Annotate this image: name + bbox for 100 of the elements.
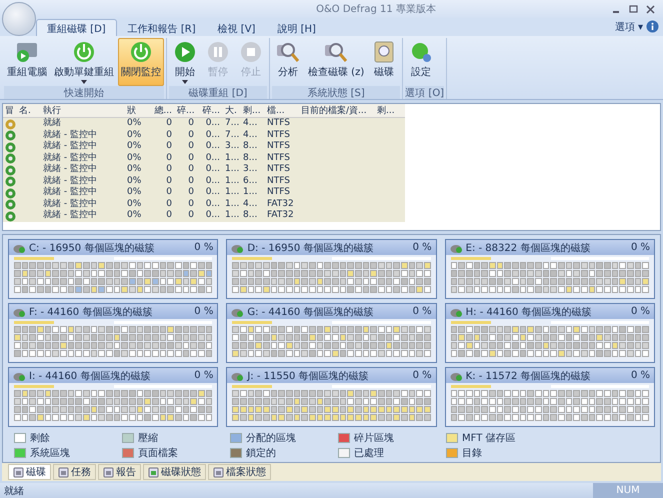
table-cell: 就緒 - 監控中 xyxy=(43,130,97,140)
ribbon-button[interactable]: 分析 xyxy=(272,38,304,86)
ribbon-tab[interactable]: 檢視 [V] xyxy=(206,19,266,36)
ribbon-button[interactable]: 開始 xyxy=(169,38,201,86)
drive-percent: 0 % xyxy=(412,242,432,253)
table-cell: 7... xyxy=(225,130,240,140)
drive-percent: 0 % xyxy=(194,242,214,253)
help-icon[interactable] xyxy=(646,20,659,34)
ribbon-group-label: 磁碟重組 [D] xyxy=(169,86,267,100)
table-cell: 0% xyxy=(127,130,142,140)
table-cell: 0... xyxy=(206,210,220,220)
ribbon-tab[interactable]: 工作和報告 [R] xyxy=(116,19,207,36)
window-icon xyxy=(213,466,224,478)
view-tab[interactable]: 任務 xyxy=(53,464,96,480)
table-cell: 8... xyxy=(243,210,258,220)
drive-percent: 0 % xyxy=(630,306,650,317)
column-header[interactable]: 狀 xyxy=(125,104,143,118)
table-cell: FAT32 xyxy=(267,198,294,209)
table-cell: 1... xyxy=(225,210,240,220)
table-cell: 0% xyxy=(127,164,142,174)
column-header[interactable]: 剩... xyxy=(241,104,265,118)
table-cell: 0... xyxy=(206,164,220,174)
table-cell: 8... xyxy=(243,152,258,163)
column-header[interactable]: 大. xyxy=(223,104,241,118)
power-icon xyxy=(128,40,154,64)
ribbon-button[interactable]: 檢查磁碟 (z) xyxy=(305,38,368,86)
play-icon xyxy=(172,40,198,64)
table-cell: 0 xyxy=(188,141,194,152)
view-tab[interactable]: 磁碟狀態 xyxy=(143,464,206,480)
table-cell: FAT32 xyxy=(267,210,294,220)
table-cell: 0 xyxy=(188,210,194,220)
ribbon-group-label: 快速開始 xyxy=(4,86,164,100)
table-cell: 就緒 xyxy=(43,118,61,128)
table-cell: 6... xyxy=(243,176,258,186)
ribbon-button[interactable]: 設定 xyxy=(405,38,438,86)
legend-label: 已處理 xyxy=(354,446,384,460)
num-lock-indicator: NUM xyxy=(593,483,663,498)
window-icon xyxy=(13,466,24,478)
table-cell: 0 xyxy=(188,198,194,209)
ribbon-button[interactable]: 關閉監控 xyxy=(118,38,164,86)
table-cell: 0... xyxy=(206,118,220,128)
maximize-icon[interactable] xyxy=(628,4,638,14)
drive-title: G: - 44160 每個區塊的磁簇 xyxy=(247,306,374,318)
table-cell: 就緒 - 監控中 xyxy=(43,164,97,174)
legend-label: 系統區塊 xyxy=(30,446,70,460)
ribbon-button[interactable]: 磁碟 xyxy=(368,38,400,86)
table-cell: 0 xyxy=(188,176,194,186)
column-header[interactable]: 碎... xyxy=(175,104,197,118)
table-cell: NTFS xyxy=(267,187,290,198)
table-cell: 0% xyxy=(127,210,142,220)
table-cell: 7... xyxy=(225,118,240,128)
table-cell: 0 xyxy=(166,210,172,220)
drive-percent: 0 % xyxy=(412,306,432,317)
table-cell: 0 xyxy=(188,130,194,140)
view-tab[interactable]: 檔案狀態 xyxy=(208,464,271,480)
ribbon-button[interactable]: 啟動單鍵重組 xyxy=(51,38,117,86)
table-cell: 4... xyxy=(243,118,258,128)
column-header[interactable]: 執行 xyxy=(41,104,125,118)
ribbon-tab[interactable]: 說明 [H] xyxy=(266,19,327,36)
table-cell: NTFS xyxy=(267,152,290,163)
legend-label: 鎖定的 xyxy=(246,446,276,460)
drive-percent: 0 % xyxy=(412,370,432,381)
table-cell: 1... xyxy=(225,176,240,186)
options-menu-button[interactable]: 選項 ▾ xyxy=(612,18,646,36)
table-cell: 0 xyxy=(188,164,194,174)
table-cell: 0 xyxy=(166,130,172,140)
table-cell: 就緒 - 監控中 xyxy=(43,187,97,198)
view-tab[interactable]: 報告 xyxy=(98,464,141,480)
view-tab[interactable]: 磁碟 xyxy=(8,464,51,480)
table-cell: 就緒 - 監控中 xyxy=(43,210,97,220)
table-cell: 就緒 - 監控中 xyxy=(43,176,97,186)
drive-title: F: - 44160 每個區塊的磁簇 xyxy=(29,306,154,318)
column-header[interactable]: 碎... xyxy=(197,104,223,118)
legend-label: 目錄 xyxy=(462,447,482,460)
drive-title: J: - 11550 每個區塊的磁簇 xyxy=(247,370,370,382)
pause-icon xyxy=(205,40,231,64)
legend-label: 剩餘 xyxy=(30,432,50,445)
ribbon-group-label: 系統狀態 [S] xyxy=(272,86,400,100)
column-header[interactable]: 檔... xyxy=(265,104,299,118)
table-cell: 0 xyxy=(166,198,172,209)
drive-percent: 0 % xyxy=(630,370,650,381)
column-header[interactable]: 總... xyxy=(143,104,175,118)
close-icon[interactable] xyxy=(646,4,655,14)
column-header[interactable]: 名. xyxy=(17,104,41,118)
table-cell: 1... xyxy=(225,187,240,198)
column-header[interactable]: 剩... xyxy=(375,104,405,118)
table-cell: 4... xyxy=(243,130,258,140)
power-icon xyxy=(71,40,97,64)
table-cell: 8... xyxy=(243,141,258,152)
drive-title: I: - 44160 每個區塊的磁簇 xyxy=(29,370,152,382)
column-header[interactable]: 目前的檔案/資... xyxy=(299,104,375,118)
ribbon-group-label: 選項 [O] xyxy=(405,86,444,100)
column-header[interactable]: 冒 xyxy=(3,104,17,118)
ribbon-button[interactable]: 重組電腦 xyxy=(4,38,50,86)
table-cell: 0... xyxy=(206,141,220,152)
table-cell: 0 xyxy=(166,141,172,152)
ribbon-tab[interactable]: 重組磁碟 [D] xyxy=(36,19,117,36)
magnifier-icon xyxy=(275,40,301,64)
table-cell: 就緒 - 監控中 xyxy=(43,152,97,163)
table-cell: 0... xyxy=(206,198,220,209)
